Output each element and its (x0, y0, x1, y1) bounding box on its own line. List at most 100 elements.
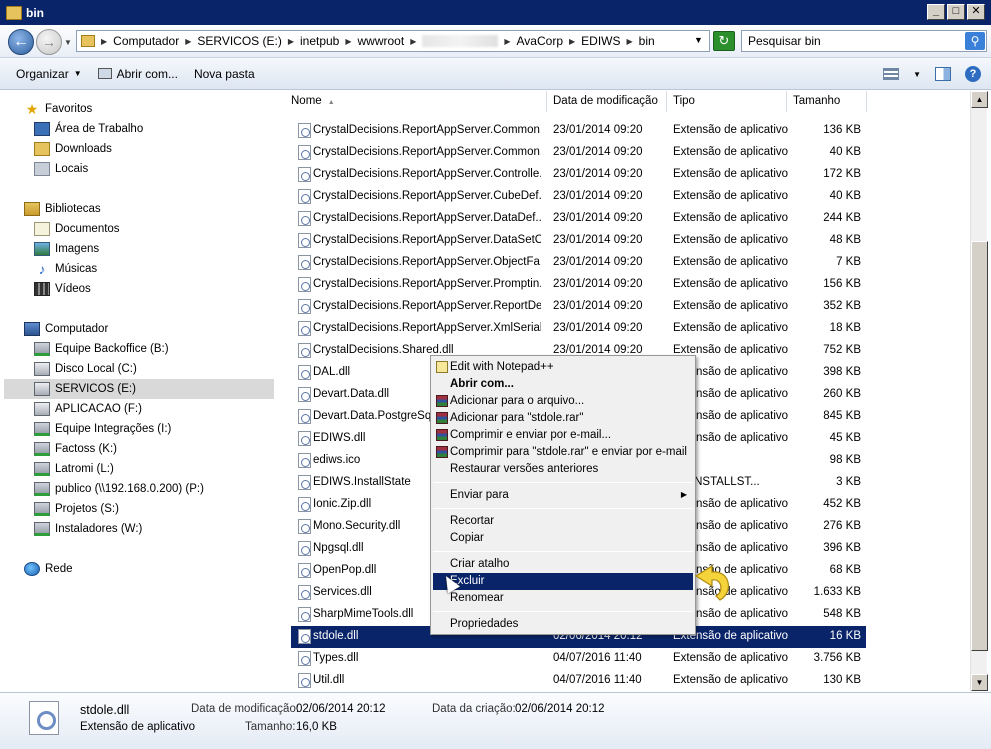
maximize-button[interactable]: □ (947, 4, 965, 20)
file-row[interactable]: CrystalDecisions.ReportAppServer.Prompti… (291, 274, 866, 296)
nav-drive-i[interactable]: Equipe Integrações (I:) (34, 419, 171, 439)
file-row[interactable]: CrystalDecisions.ReportAppServer.ObjectF… (291, 252, 866, 274)
file-icon (298, 277, 311, 292)
file-row[interactable]: CrystalDecisions.ReportAppServer.ReportD… (291, 296, 866, 318)
chevron-down-icon[interactable]: ▼ (913, 70, 921, 79)
file-row[interactable]: CrystalDecisions.ReportAppServer.Common.… (291, 120, 866, 142)
help-icon[interactable]: ? (965, 66, 981, 82)
scroll-down-icon[interactable]: ▼ (971, 674, 988, 691)
search-icon[interactable]: ⚲ (965, 32, 985, 50)
minimize-button[interactable]: _ (927, 4, 945, 20)
file-row[interactable]: Util.dll 04/07/2016 11:40 Extensão de apli… (291, 670, 866, 692)
column-date[interactable]: Data de modificação (547, 91, 667, 112)
menu-rename[interactable]: Renomear (433, 590, 693, 607)
nav-music[interactable]: ♪ Músicas (34, 259, 98, 279)
notepad-icon (436, 361, 448, 373)
search-input[interactable]: Pesquisar bin ⚲ (741, 30, 987, 52)
menu-properties[interactable]: Propriedades (433, 616, 693, 633)
chevron-down-icon: ▼ (73, 69, 82, 78)
file-size: 16 KB (829, 630, 861, 642)
command-bar: Organizar ▼ Abrir com... Nova pasta ▼ ? (0, 58, 991, 90)
new-folder-button[interactable]: Nova pasta (186, 67, 263, 81)
nav-drive-e[interactable]: SERVICOS (E:) (4, 379, 274, 399)
nav-documents[interactable]: Documentos (34, 219, 120, 239)
file-icon (298, 673, 311, 688)
nav-drive-p[interactable]: publico (\\192.168.0.200) (P:) (34, 479, 204, 499)
nav-drive-l[interactable]: Latromi (L:) (34, 459, 114, 479)
menu-add-archive[interactable]: Adicionar para o arquivo... (433, 393, 693, 410)
menu-edit-notepad[interactable]: Edit with Notepad++ (433, 359, 693, 376)
crumb-servicos[interactable]: SERVICOS (E:) (197, 34, 281, 48)
forward-button[interactable]: → (36, 29, 62, 55)
menu-compress-email[interactable]: Comprimir e enviar por e-mail... (433, 427, 693, 444)
nav-images[interactable]: Imagens (34, 239, 99, 259)
address-dropdown-icon[interactable]: ▼ (694, 35, 703, 45)
crumb-bin[interactable]: bin (639, 34, 655, 48)
nav-drive-b[interactable]: Equipe Backoffice (B:) (34, 339, 169, 359)
file-icon (298, 453, 311, 468)
menu-send-to[interactable]: Enviar para ▶ (433, 487, 693, 504)
nav-computer[interactable]: Computador (24, 319, 108, 339)
search-placeholder: Pesquisar bin (748, 34, 821, 48)
nav-drive-k[interactable]: Factoss (K:) (34, 439, 117, 459)
nav-videos[interactable]: Vídeos (34, 279, 91, 299)
crumb-computador[interactable]: Computador (113, 34, 179, 48)
file-row[interactable]: CrystalDecisions.ReportAppServer.DataSet… (291, 230, 866, 252)
winrar-icon (436, 395, 448, 407)
nav-downloads[interactable]: Downloads (34, 139, 112, 159)
crumb-wwwroot[interactable]: wwwroot (358, 34, 405, 48)
menu-restore-versions[interactable]: Restaurar versões anteriores (433, 461, 693, 478)
recent-pages-dropdown[interactable]: ▼ (64, 38, 72, 47)
column-name[interactable]: Nome ▲ (285, 91, 547, 112)
file-date: 23/01/2014 09:20 (553, 278, 643, 290)
open-with-button[interactable]: Abrir com... (90, 67, 186, 81)
file-row[interactable]: Types.dll 04/07/2016 11:40 Extensão de apl… (291, 648, 866, 670)
file-row[interactable]: CrystalDecisions.ReportAppServer.XmlSeri… (291, 318, 866, 340)
file-size: 398 KB (823, 366, 861, 378)
view-options-icon[interactable] (883, 68, 900, 80)
file-row[interactable]: CrystalDecisions.ReportAppServer.DataDef… (291, 208, 866, 230)
nav-drive-w[interactable]: Instaladores (W:) (34, 519, 142, 539)
file-date: 23/01/2014 09:20 (553, 168, 643, 180)
nav-libraries[interactable]: Bibliotecas (24, 199, 101, 219)
file-row[interactable]: CrystalDecisions.ReportAppServer.Control… (291, 164, 866, 186)
file-row[interactable]: CrystalDecisions.ReportAppServer.Common.… (291, 142, 866, 164)
organize-button[interactable]: Organizar ▼ (8, 67, 90, 81)
column-size[interactable]: Tamanho (787, 91, 867, 112)
crumb-ediws[interactable]: EDIWS (581, 34, 620, 48)
sort-up-icon: ▲ (327, 99, 335, 106)
video-icon (34, 282, 50, 296)
nav-drive-f[interactable]: APLICACAO (F:) (34, 399, 142, 419)
file-type: Extensão de aplicativo (673, 168, 789, 180)
address-breadcrumb[interactable]: ▶ Computador ▶ SERVICOS (E:) ▶ inetpub ▶… (76, 30, 710, 52)
nav-drive-c[interactable]: Disco Local (C:) (34, 359, 137, 379)
column-type[interactable]: Tipo (667, 91, 787, 112)
back-button[interactable]: ← (8, 29, 34, 55)
preview-pane-icon[interactable] (935, 67, 951, 81)
crumb-inetpub[interactable]: inetpub (300, 34, 339, 48)
menu-add-rar[interactable]: Adicionar para "stdole.rar" (433, 410, 693, 427)
close-button[interactable]: ✕ (967, 4, 985, 20)
menu-open-with[interactable]: Abrir com... (433, 376, 693, 393)
vertical-scrollbar[interactable]: ▲ ▼ (970, 91, 988, 691)
scroll-thumb[interactable] (971, 241, 988, 651)
nav-favorites[interactable]: ★ Favoritos (24, 99, 93, 119)
menu-cut[interactable]: Recortar (433, 513, 693, 530)
menu-copy[interactable]: Copiar (433, 530, 693, 547)
crumb-avacorp[interactable]: AvaCorp (517, 34, 563, 48)
file-row[interactable]: CrystalDecisions.ReportAppServer.CubeDef… (291, 186, 866, 208)
file-icon (298, 651, 311, 666)
nav-network[interactable]: Rede (24, 559, 73, 579)
details-filetype: Extensão de aplicativo (80, 721, 196, 733)
menu-delete[interactable]: Excluir (433, 573, 693, 590)
nav-desktop[interactable]: Área de Trabalho (34, 119, 143, 139)
details-size-label: Tamanho: (245, 721, 296, 733)
refresh-button[interactable]: ↻ (713, 31, 735, 51)
scroll-up-icon[interactable]: ▲ (971, 91, 988, 108)
nav-places[interactable]: Locais (34, 159, 88, 179)
nav-drive-s[interactable]: Projetos (S:) (34, 499, 119, 519)
menu-create-shortcut[interactable]: Criar atalho (433, 556, 693, 573)
curved-arrow-icon (694, 564, 729, 601)
file-icon (298, 365, 311, 380)
menu-compress-rar-email[interactable]: Comprimir para "stdole.rar" e enviar por… (433, 444, 693, 461)
